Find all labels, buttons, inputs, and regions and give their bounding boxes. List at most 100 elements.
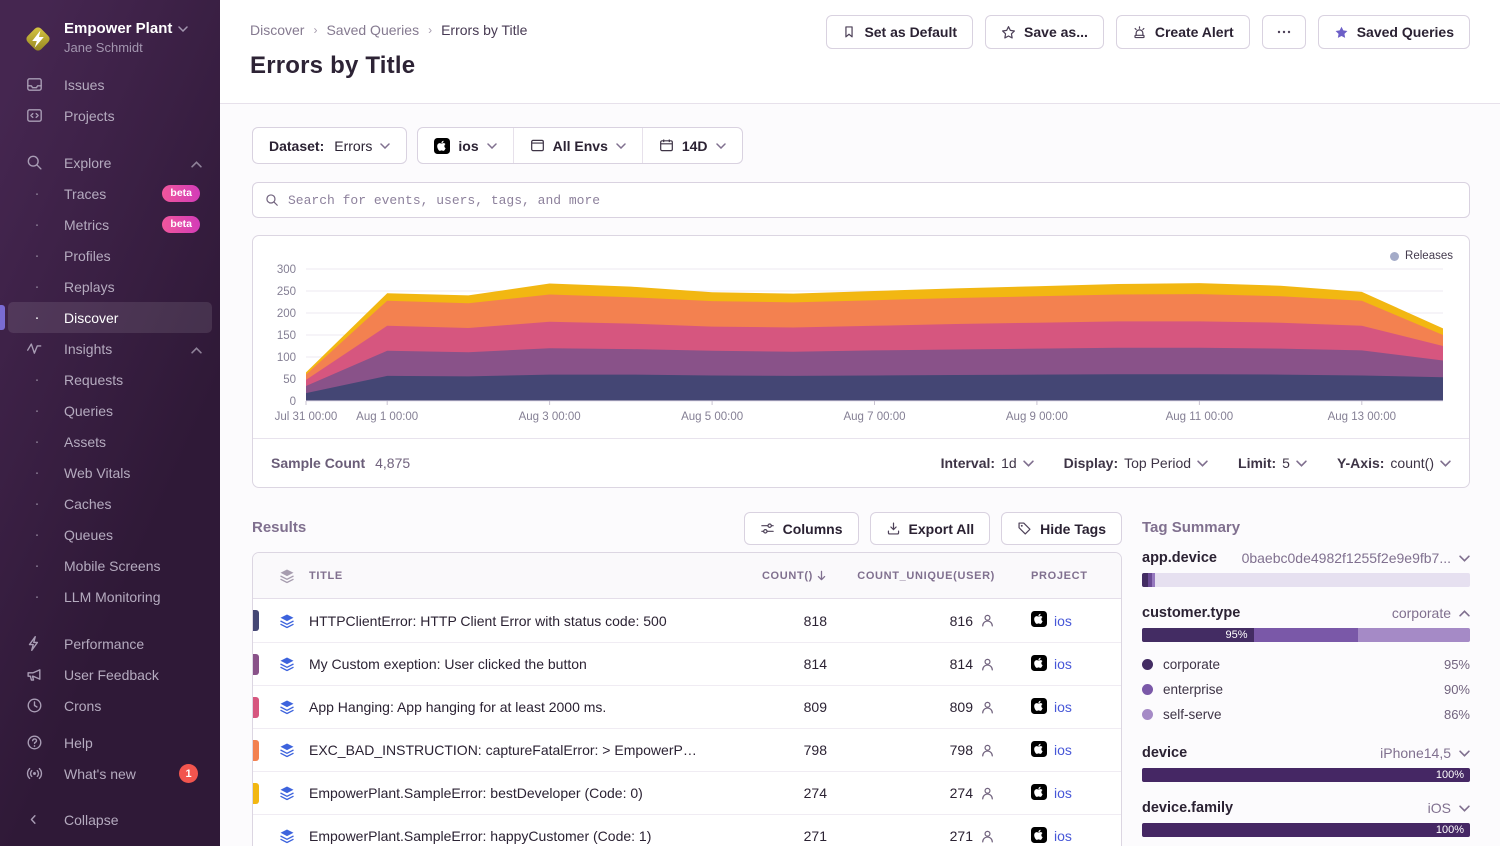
sidebar-collapse-button[interactable]: Collapse — [8, 804, 212, 835]
sidebar-item-traces[interactable]: ·Tracesbeta — [8, 178, 212, 209]
sidebar-item-projects[interactable]: Projects — [8, 100, 212, 131]
display-dropdown[interactable]: Display:Top Period — [1064, 455, 1208, 471]
environment-filter[interactable]: All Envs — [513, 128, 642, 163]
sidebar-item-profiles[interactable]: ·Profiles — [8, 240, 212, 271]
bullet-icon: · — [33, 371, 41, 388]
tag-value-row[interactable]: self-serve86% — [1142, 702, 1470, 727]
search-icon — [26, 154, 43, 171]
hide-tags-button[interactable]: Hide Tags — [1001, 512, 1122, 545]
sidebar-item-web-vitals[interactable]: ·Web Vitals — [8, 457, 212, 488]
sidebar-item-label: Insights — [64, 341, 191, 357]
column-header-count[interactable]: COUNT() — [709, 570, 827, 582]
issues-icon — [26, 76, 43, 93]
svg-text:300: 300 — [277, 264, 296, 276]
tag-card-customer-type: customer.typecorporate95%corporate95%ent… — [1142, 605, 1470, 727]
stack-icon[interactable] — [253, 785, 309, 801]
sidebar-item-user-feedback[interactable]: User Feedback — [8, 659, 212, 690]
sidebar-item-label: Issues — [64, 77, 212, 93]
chevron-down-icon — [1459, 555, 1470, 562]
breadcrumb-discover[interactable]: Discover — [250, 22, 304, 38]
tag-value-row[interactable]: corporate95% — [1142, 652, 1470, 677]
columns-button[interactable]: Columns — [744, 512, 859, 545]
column-header-title[interactable]: TITLE — [309, 570, 709, 582]
tag-toggle[interactable]: app.device0baebc0de4982f1255f2e9e9fb7... — [1142, 550, 1470, 566]
project-link[interactable]: ios — [1031, 611, 1121, 630]
sidebar-item-metrics[interactable]: ·Metricsbeta — [8, 209, 212, 240]
siren-icon — [1132, 25, 1147, 40]
stack-icon[interactable] — [253, 699, 309, 715]
breadcrumb: Discover › Saved Queries › Errors by Tit… — [250, 22, 527, 38]
tag-value-row[interactable]: enterprise90% — [1142, 677, 1470, 702]
apple-platform-icon — [1031, 784, 1047, 803]
tag-toggle[interactable]: device.familyiOS — [1142, 800, 1470, 816]
org-switcher[interactable]: Empower Plant Jane Schmidt — [0, 0, 220, 64]
create-alert-button[interactable]: Create Alert — [1116, 15, 1250, 49]
user-icon — [980, 700, 995, 715]
sidebar-item-explore[interactable]: Explore — [8, 147, 212, 178]
star-outline-icon — [1001, 25, 1016, 40]
project-link[interactable]: ios — [1031, 741, 1121, 760]
count-unique-value: 816 — [950, 613, 973, 629]
save-as-button[interactable]: Save as... — [985, 15, 1104, 49]
releases-legend-toggle[interactable]: Releases — [1390, 250, 1453, 262]
sidebar-item-help[interactable]: Help — [8, 727, 212, 758]
releases-legend-dot-icon — [1390, 252, 1399, 261]
sidebar-item-crons[interactable]: Crons — [8, 690, 212, 721]
breadcrumb-saved-queries[interactable]: Saved Queries — [326, 22, 419, 38]
saved-queries-button[interactable]: Saved Queries — [1318, 15, 1470, 49]
sidebar-item-llm-monitoring[interactable]: ·LLM Monitoring — [8, 581, 212, 612]
interval-dropdown[interactable]: Interval:1d — [941, 455, 1034, 471]
breadcrumb-separator: › — [428, 23, 432, 37]
sidebar-item-insights[interactable]: Insights — [8, 333, 212, 364]
project-link[interactable]: ios — [1031, 698, 1121, 717]
limit-dropdown[interactable]: Limit:5 — [1238, 455, 1307, 471]
sidebar-item-label: Performance — [64, 636, 212, 652]
export-all-button[interactable]: Export All — [870, 512, 991, 545]
tag-toggle[interactable]: deviceiPhone14,5 — [1142, 745, 1470, 761]
user-icon — [980, 786, 995, 801]
sidebar-item-whats-new[interactable]: What's new1 — [8, 758, 212, 789]
error-title: EmpowerPlant.SampleError: bestDeveloper … — [309, 785, 709, 801]
breadcrumb-current: Errors by Title — [441, 22, 527, 38]
stack-icon[interactable] — [253, 656, 309, 672]
search-bar — [252, 182, 1470, 218]
sidebar-item-replays[interactable]: ·Replays — [8, 271, 212, 302]
stack-icon[interactable] — [253, 828, 309, 844]
sidebar-item-label: Replays — [64, 279, 212, 295]
apple-platform-icon — [1031, 698, 1047, 717]
more-options-button[interactable] — [1262, 15, 1306, 49]
bullet-icon: · — [33, 216, 41, 233]
bullet-icon: · — [33, 495, 41, 512]
sidebar-item-mobile-screens[interactable]: ·Mobile Screens — [8, 550, 212, 581]
date-range-filter[interactable]: 14D — [642, 128, 742, 163]
sidebar-item-assets[interactable]: ·Assets — [8, 426, 212, 457]
table-row: My Custom exeption: User clicked the but… — [253, 642, 1121, 685]
stack-icon[interactable] — [253, 742, 309, 758]
svg-text:50: 50 — [283, 374, 296, 386]
project-link[interactable]: ios — [1031, 655, 1121, 674]
search-input[interactable] — [288, 193, 1457, 208]
sidebar-item-queues[interactable]: ·Queues — [8, 519, 212, 550]
sidebar-item-performance[interactable]: Performance — [8, 628, 212, 659]
sidebar-item-queries[interactable]: ·Queries — [8, 395, 212, 426]
sidebar-item-issues[interactable]: Issues — [8, 69, 212, 100]
sidebar-item-discover[interactable]: ·Discover — [8, 302, 212, 333]
project-filter[interactable]: ios — [418, 128, 512, 163]
column-header-count-unique[interactable]: COUNT_UNIQUE(USER) — [827, 570, 995, 582]
sidebar-item-caches[interactable]: ·Caches — [8, 488, 212, 519]
column-header-project[interactable]: PROJECT — [1031, 570, 1121, 582]
sidebar-item-label: What's new — [64, 766, 179, 782]
stack-icon[interactable] — [253, 613, 309, 629]
sidebar-item-requests[interactable]: ·Requests — [8, 364, 212, 395]
yaxis-dropdown[interactable]: Y-Axis:count() — [1337, 455, 1451, 471]
set-as-default-button[interactable]: Set as Default — [826, 15, 973, 49]
project-link[interactable]: ios — [1031, 827, 1121, 846]
tag-summary-panel: Tag Summary app.device0baebc0de4982f1255… — [1142, 519, 1470, 846]
project-link[interactable]: ios — [1031, 784, 1121, 803]
search-icon — [265, 193, 279, 207]
dataset-dropdown[interactable]: Dataset: Errors — [253, 128, 406, 163]
tag-summary-heading: Tag Summary — [1142, 519, 1470, 536]
apple-platform-icon — [1031, 655, 1047, 674]
tag-toggle[interactable]: customer.typecorporate — [1142, 605, 1470, 621]
user-icon — [980, 657, 995, 672]
